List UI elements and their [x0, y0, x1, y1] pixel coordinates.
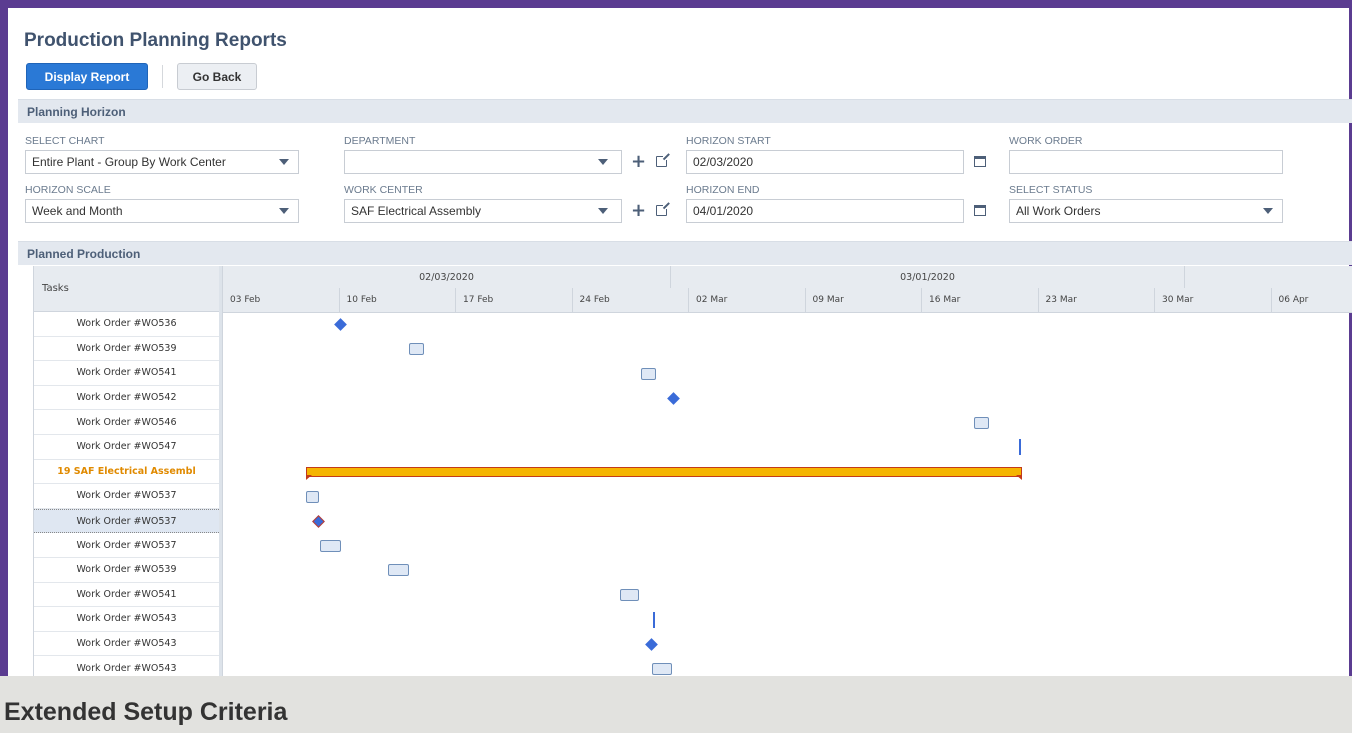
task-bar[interactable]	[409, 342, 424, 355]
zero-duration-marker[interactable]	[653, 611, 655, 628]
task-bar[interactable]	[974, 416, 989, 429]
work-order-label: WORK ORDER	[1009, 135, 1083, 147]
select-chart-value: Entire Plant - Group By Work Center	[32, 155, 226, 169]
week-header: 10 Feb	[340, 288, 456, 312]
gantt-chart: Tasks Work Order #WO536 Work Order #WO539…	[33, 266, 1352, 676]
week-header: 06 Apr	[1272, 288, 1352, 312]
calendar-icon[interactable]	[974, 205, 986, 216]
horizon-start-label: HORIZON START	[686, 135, 771, 147]
open-department-icon[interactable]	[656, 153, 670, 167]
horizon-scale-dropdown[interactable]: Week and Month	[25, 199, 299, 223]
go-back-button[interactable]: Go Back	[177, 63, 257, 90]
planning-horizon-header: Planning Horizon	[18, 99, 1352, 123]
group-summary-bar[interactable]	[306, 466, 1022, 480]
chevron-down-icon[interactable]	[279, 208, 289, 214]
week-header: 24 Feb	[573, 288, 689, 312]
task-row[interactable]: Work Order #WO537	[34, 508, 219, 534]
add-department-icon[interactable]: +	[631, 153, 646, 171]
tasks-column: Tasks Work Order #WO536 Work Order #WO539…	[34, 266, 220, 676]
task-row[interactable]: Work Order #WO539	[34, 558, 219, 583]
horizon-scale-label: HORIZON SCALE	[25, 184, 111, 196]
select-chart-dropdown[interactable]: Entire Plant - Group By Work Center	[25, 150, 299, 174]
select-status-value: All Work Orders	[1016, 204, 1101, 218]
zero-duration-marker[interactable]	[1019, 439, 1021, 456]
week-header: 16 Mar	[922, 288, 1039, 312]
month-header: 02/03/2020	[223, 266, 671, 288]
horizon-scale-value: Week and Month	[32, 204, 123, 218]
milestone-marker[interactable]	[334, 317, 347, 331]
horizon-start-value: 02/03/2020	[693, 155, 754, 169]
calendar-icon[interactable]	[974, 156, 986, 167]
timeline: 02/03/2020 03/01/2020 03 Feb 10 Feb 17 Feb…	[223, 266, 1352, 676]
chevron-down-icon[interactable]	[1263, 208, 1273, 214]
horizon-end-value: 04/01/2020	[693, 204, 754, 218]
task-group-row[interactable]: 19 SAF Electrical Assembl	[34, 460, 219, 485]
work-center-dropdown[interactable]: SAF Electrical Assembly	[344, 199, 622, 223]
work-center-label: WORK CENTER	[344, 184, 423, 196]
task-row[interactable]: Work Order #WO546	[34, 410, 219, 435]
week-header: 03 Feb	[223, 288, 340, 312]
task-bar[interactable]	[620, 588, 639, 601]
task-row[interactable]: Work Order #WO543	[34, 632, 219, 657]
select-status-label: SELECT STATUS	[1009, 184, 1093, 196]
horizon-end-input[interactable]: 04/01/2020	[686, 199, 964, 223]
open-work-center-icon[interactable]	[656, 202, 670, 216]
select-status-dropdown[interactable]: All Work Orders	[1009, 199, 1283, 223]
task-row[interactable]: Work Order #WO537	[34, 533, 219, 558]
planned-production-header: Planned Production	[18, 241, 1352, 265]
task-row[interactable]: Work Order #WO536	[34, 312, 219, 337]
work-order-input[interactable]	[1009, 150, 1283, 174]
button-separator	[162, 65, 163, 88]
gantt-plot-area	[223, 312, 1352, 676]
task-row[interactable]: Work Order #WO541	[34, 361, 219, 386]
task-bar[interactable]	[641, 367, 656, 380]
task-row[interactable]: Work Order #WO547	[34, 435, 219, 460]
week-header: 02 Mar	[689, 288, 806, 312]
task-row[interactable]: Work Order #WO537	[34, 484, 219, 509]
task-bar[interactable]	[320, 539, 341, 552]
month-header	[1185, 266, 1352, 288]
milestone-marker[interactable]	[645, 637, 658, 651]
work-center-value: SAF Electrical Assembly	[351, 204, 482, 218]
task-row[interactable]: Work Order #WO541	[34, 583, 219, 608]
task-row[interactable]: Work Order #WO542	[34, 386, 219, 411]
department-label: DEPARTMENT	[344, 135, 416, 147]
task-row[interactable]: Work Order #WO539	[34, 337, 219, 362]
select-chart-label: SELECT CHART	[25, 135, 105, 147]
extended-setup-criteria-heading: Extended Setup Criteria	[4, 698, 288, 726]
week-header-row: 03 Feb 10 Feb 17 Feb 24 Feb 02 Mar 09 Mar 16 M…	[223, 288, 1352, 313]
week-header: 23 Mar	[1039, 288, 1155, 312]
week-header: 09 Mar	[806, 288, 922, 312]
month-header-row: 02/03/2020 03/01/2020	[223, 266, 1352, 289]
task-bar[interactable]	[652, 662, 672, 675]
task-row[interactable]: Work Order #WO543	[34, 656, 219, 676]
page-title: Production Planning Reports	[24, 30, 287, 51]
milestone-marker[interactable]	[312, 514, 325, 528]
chevron-down-icon[interactable]	[279, 159, 289, 165]
chevron-down-icon[interactable]	[598, 159, 608, 165]
add-work-center-icon[interactable]: +	[631, 202, 646, 220]
horizon-end-label: HORIZON END	[686, 184, 760, 196]
milestone-marker[interactable]	[667, 391, 680, 405]
department-dropdown[interactable]	[344, 150, 622, 174]
week-header: 17 Feb	[456, 288, 573, 312]
horizon-start-input[interactable]: 02/03/2020	[686, 150, 964, 174]
month-header: 03/01/2020	[671, 266, 1185, 288]
task-bar[interactable]	[306, 490, 319, 503]
week-header: 30 Mar	[1155, 288, 1272, 312]
display-report-button[interactable]: Display Report	[26, 63, 148, 90]
tasks-header: Tasks	[34, 266, 219, 312]
task-row[interactable]: Work Order #WO543	[34, 607, 219, 632]
task-bar[interactable]	[388, 564, 409, 577]
chevron-down-icon[interactable]	[598, 208, 608, 214]
